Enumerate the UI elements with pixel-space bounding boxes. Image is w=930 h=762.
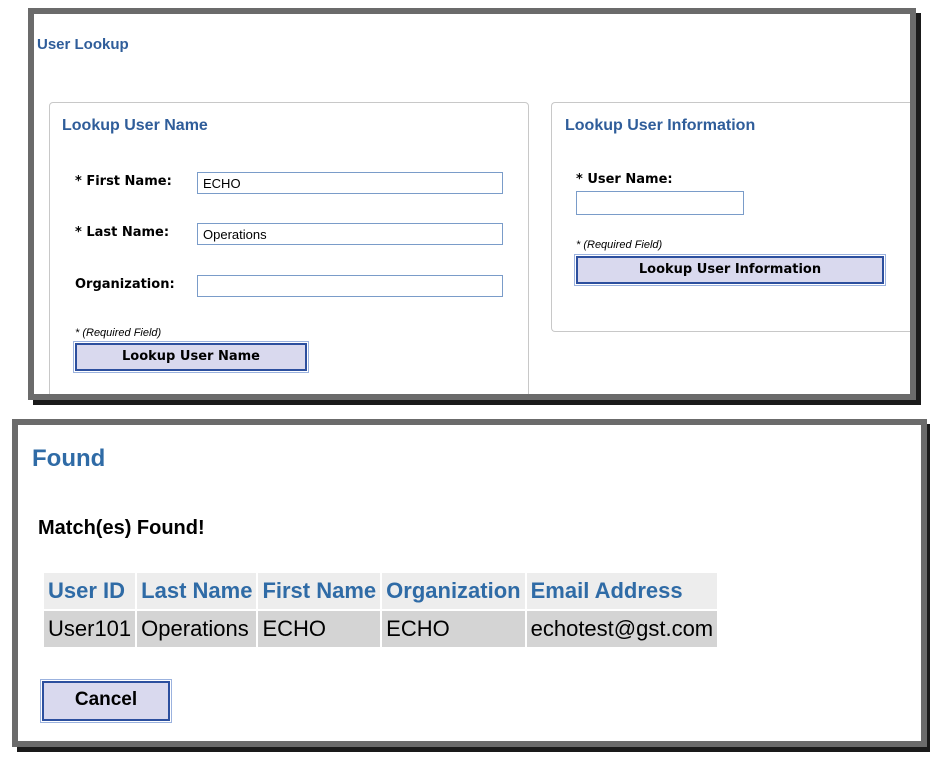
lookup-user-information-button[interactable]: Lookup User Information bbox=[575, 255, 885, 285]
cancel-button[interactable]: Cancel bbox=[41, 680, 171, 722]
user-lookup-panel: User Lookup Lookup User Name * First Nam… bbox=[28, 8, 916, 400]
column-header-email-address: Email Address bbox=[526, 573, 718, 609]
lookup-user-name-legend: Lookup User Name bbox=[62, 117, 208, 134]
table-row[interactable]: User101 Operations ECHO ECHO echotest@gs… bbox=[44, 611, 718, 647]
results-table: User ID Last Name First Name Organizatio… bbox=[42, 571, 719, 649]
cell-user-id: User101 bbox=[44, 611, 136, 647]
organization-input[interactable] bbox=[197, 275, 503, 297]
last-name-input[interactable] bbox=[197, 223, 503, 245]
last-name-label: * Last Name: bbox=[75, 225, 170, 240]
cell-email-address: echotest@gst.com bbox=[526, 611, 718, 647]
required-field-note: * (Required Field) bbox=[576, 239, 663, 251]
user-name-label: * User Name: bbox=[576, 172, 673, 187]
lookup-user-name-button[interactable]: Lookup User Name bbox=[74, 342, 308, 372]
found-title: Found bbox=[32, 445, 106, 472]
column-header-last-name: Last Name bbox=[137, 573, 257, 609]
lookup-user-information-section: Lookup User Information * User Name: * (… bbox=[551, 102, 910, 332]
cell-first-name: ECHO bbox=[258, 611, 381, 647]
page-title: User Lookup bbox=[37, 36, 129, 53]
lookup-user-name-section: Lookup User Name * First Name: * Last Na… bbox=[49, 102, 529, 394]
lookup-user-information-legend: Lookup User Information bbox=[565, 117, 756, 134]
match-found-message: Match(es) Found! bbox=[38, 517, 205, 539]
user-name-input[interactable] bbox=[576, 191, 744, 215]
first-name-label: * First Name: bbox=[75, 174, 172, 189]
column-header-first-name: First Name bbox=[258, 573, 381, 609]
column-header-user-id: User ID bbox=[44, 573, 136, 609]
results-header-row: User ID Last Name First Name Organizatio… bbox=[44, 573, 718, 609]
found-panel: Found Match(es) Found! User ID Last Name… bbox=[12, 419, 927, 747]
required-field-note: * (Required Field) bbox=[75, 327, 162, 339]
organization-label: Organization: bbox=[75, 277, 175, 292]
first-name-input[interactable] bbox=[197, 172, 503, 194]
column-header-organization: Organization bbox=[382, 573, 525, 609]
cell-last-name: Operations bbox=[137, 611, 257, 647]
cell-organization: ECHO bbox=[382, 611, 525, 647]
